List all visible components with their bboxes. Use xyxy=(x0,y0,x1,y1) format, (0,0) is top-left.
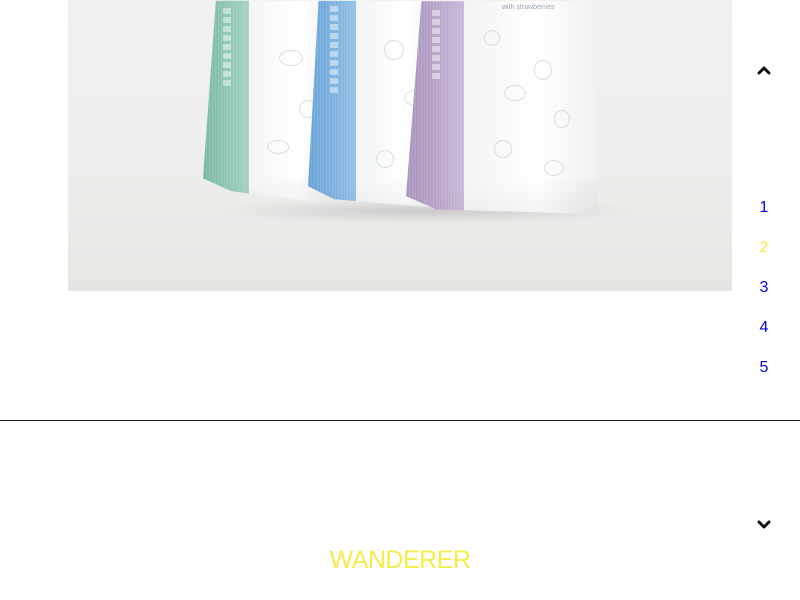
doodle xyxy=(544,160,564,176)
page-link-2-active[interactable]: 2 xyxy=(752,238,776,278)
doodle xyxy=(384,40,404,60)
bag-side-text xyxy=(223,8,231,88)
product-photo: with strawberries xyxy=(68,0,732,291)
doodle xyxy=(484,30,500,46)
doodle xyxy=(376,150,394,168)
page-link-4[interactable]: 4 xyxy=(752,318,776,358)
bag-side-text xyxy=(432,10,440,80)
previous-project-button[interactable] xyxy=(756,64,772,76)
doodle xyxy=(534,60,552,80)
bag-label: with strawberries xyxy=(502,4,555,11)
doodle xyxy=(494,140,512,158)
doodle xyxy=(279,50,303,66)
chevron-up-icon xyxy=(757,66,771,75)
page-navigation: 1 2 3 4 5 xyxy=(752,198,776,398)
project-title[interactable]: WANDERER xyxy=(0,546,800,574)
doodle xyxy=(504,85,526,101)
doodle xyxy=(554,110,570,128)
bag-side-text xyxy=(330,6,338,96)
doodle xyxy=(267,140,289,154)
section-divider xyxy=(0,420,800,421)
next-project-button[interactable] xyxy=(756,519,772,531)
chevron-down-icon xyxy=(757,520,771,529)
page-link-3[interactable]: 3 xyxy=(752,278,776,318)
purple-bag: with strawberries xyxy=(406,1,598,214)
page-link-1[interactable]: 1 xyxy=(752,198,776,238)
page-link-5[interactable]: 5 xyxy=(752,358,776,398)
